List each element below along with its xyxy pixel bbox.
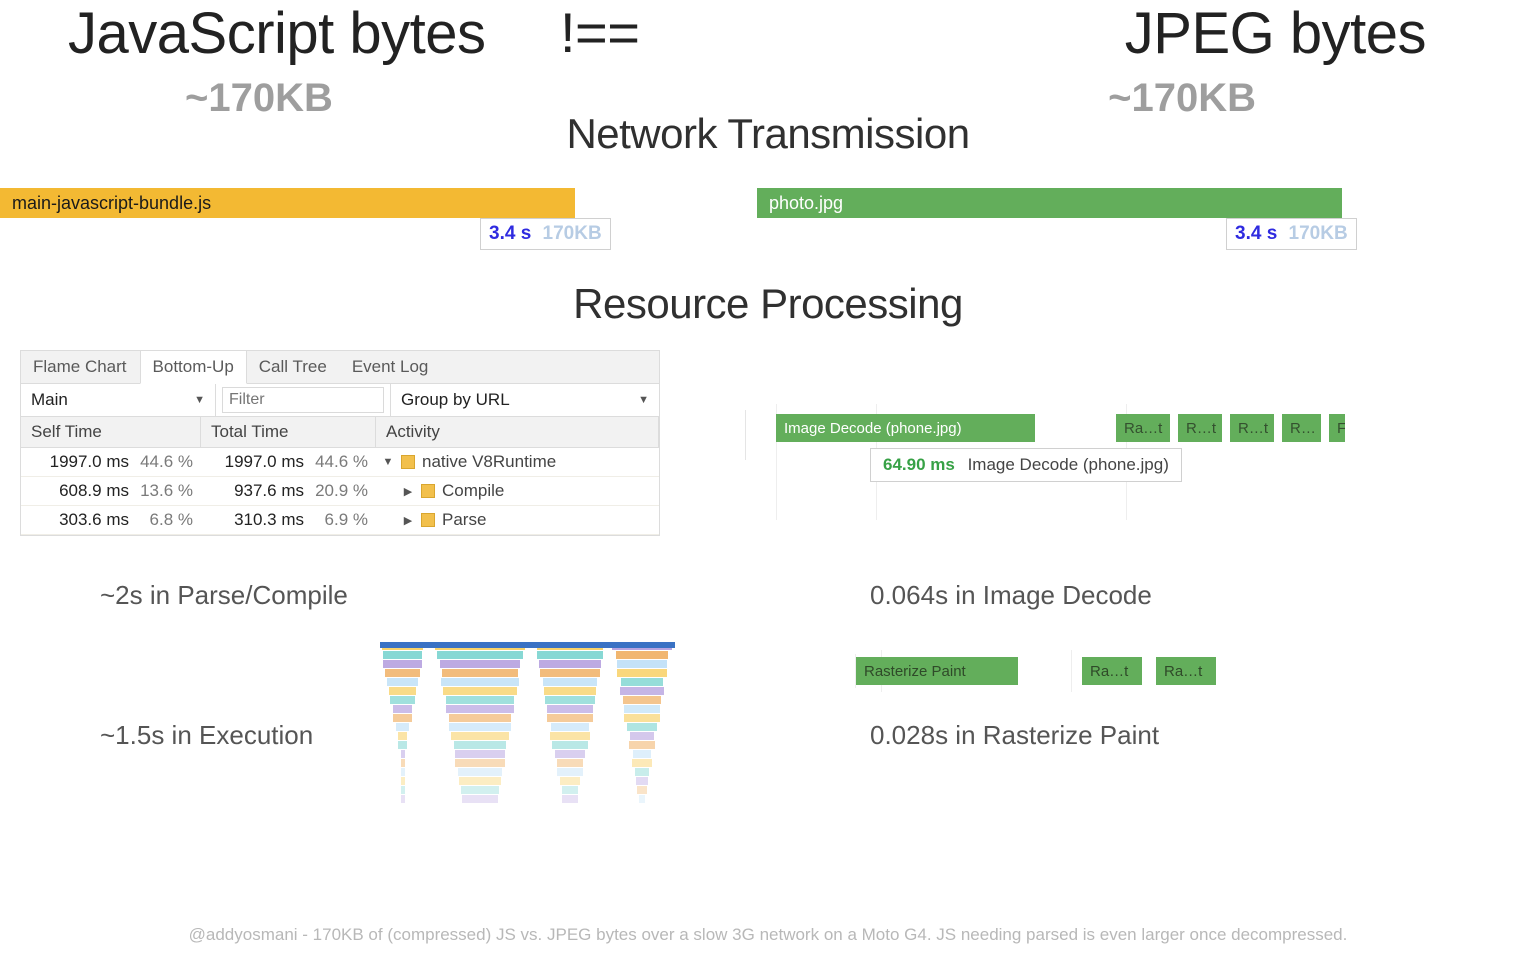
summary-decode: 0.064s in Image Decode (870, 580, 1152, 611)
chevron-down-icon: ▼ (194, 394, 205, 406)
trace-chip-small[interactable]: Ra…t (1116, 414, 1171, 442)
trace-chip-small[interactable]: R…t (1230, 414, 1275, 442)
heading-resource: Resource Processing (0, 280, 1536, 328)
devtools-tab[interactable]: Event Log (340, 351, 442, 383)
network-bar-js: main-javascript-bundle.js (0, 188, 575, 218)
profile-row[interactable]: 608.9 ms13.6 %937.6 ms20.9 %▶Compile (21, 477, 659, 506)
summary-raster: 0.028s in Rasterize Paint (870, 720, 1159, 751)
activity-name: native V8Runtime (422, 452, 556, 472)
trace-chip-small[interactable]: R… (1282, 414, 1322, 442)
activity-color-icon (421, 484, 435, 498)
chevron-down-icon: ▼ (638, 394, 649, 406)
network-size-js: 170KB (543, 223, 602, 244)
network-time-jpeg: 3.4 s (1235, 223, 1277, 244)
summary-exec: ~1.5s in Execution (100, 720, 313, 751)
network-badge-jpeg: 3.4 s 170KB (1226, 218, 1357, 250)
title-neq: !== (560, 0, 639, 65)
activity-name: Compile (442, 481, 504, 501)
profile-row[interactable]: 1997.0 ms44.6 %1997.0 ms44.6 %▼native V8… (21, 448, 659, 477)
devtools-tab[interactable]: Bottom-Up (140, 351, 247, 384)
network-row: main-javascript-bundle.js photo.jpg 3.4 … (0, 188, 1536, 258)
trace-chip-raster[interactable]: Ra…t (1082, 657, 1142, 685)
network-size-jpeg: 170KB (1289, 223, 1348, 244)
trace-chip-raster[interactable]: Rasterize Paint (856, 657, 1018, 685)
devtools-tabs: Flame ChartBottom-UpCall TreeEvent Log (21, 351, 659, 384)
col-self-time[interactable]: Self Time (21, 417, 201, 447)
tooltip-label: Image Decode (phone.jpg) (968, 455, 1169, 474)
trace-raster-panel: Rasterize Paint Ra…t Ra…t (855, 654, 1275, 688)
triangle-right-icon[interactable]: ▶ (402, 514, 414, 527)
trace-chip-small[interactable]: F (1329, 414, 1346, 442)
groupby-select[interactable]: Group by URL ▼ (391, 384, 659, 416)
devtools-tab[interactable]: Call Tree (247, 351, 340, 383)
col-total-time[interactable]: Total Time (201, 417, 376, 447)
thread-select[interactable]: Main ▼ (21, 384, 216, 416)
activity-name: Parse (442, 510, 486, 530)
network-bar-jpeg: photo.jpg (757, 188, 1342, 218)
network-badge-js: 3.4 s 170KB (480, 218, 611, 250)
trace-chip-raster[interactable]: Ra…t (1156, 657, 1216, 685)
footer-credit: @addyosmani - 170KB of (compressed) JS v… (0, 925, 1536, 945)
tooltip-time: 64.90 ms (883, 455, 955, 474)
trace-chip-decode[interactable]: Image Decode (phone.jpg) (776, 414, 1036, 442)
col-activity[interactable]: Activity (376, 417, 659, 447)
trace-chip-small[interactable]: R…t (1178, 414, 1223, 442)
flame-chart (380, 642, 680, 812)
profile-row[interactable]: 303.6 ms6.8 %310.3 ms6.9 %▶Parse (21, 506, 659, 535)
activity-color-icon (401, 455, 415, 469)
heading-network: Network Transmission (0, 110, 1536, 158)
title-jpeg: JPEG bytes (1125, 0, 1426, 67)
groupby-value: Group by URL (401, 390, 510, 410)
thread-select-value: Main (31, 390, 68, 410)
devtools-panel: Flame ChartBottom-UpCall TreeEvent Log M… (20, 350, 660, 536)
trace-decode-panel: Image Decode (phone.jpg) Ra…t R…t R…t R…… (745, 410, 1365, 460)
devtools-tab[interactable]: Flame Chart (21, 351, 140, 383)
summary-parse: ~2s in Parse/Compile (100, 580, 348, 611)
trace-tooltip: 64.90 ms Image Decode (phone.jpg) (870, 448, 1182, 482)
triangle-right-icon[interactable]: ▶ (402, 485, 414, 498)
activity-color-icon (421, 513, 435, 527)
triangle-down-icon[interactable]: ▼ (382, 456, 394, 468)
filter-input[interactable] (222, 387, 384, 413)
title-js: JavaScript bytes (68, 0, 486, 67)
network-time-js: 3.4 s (489, 223, 531, 244)
